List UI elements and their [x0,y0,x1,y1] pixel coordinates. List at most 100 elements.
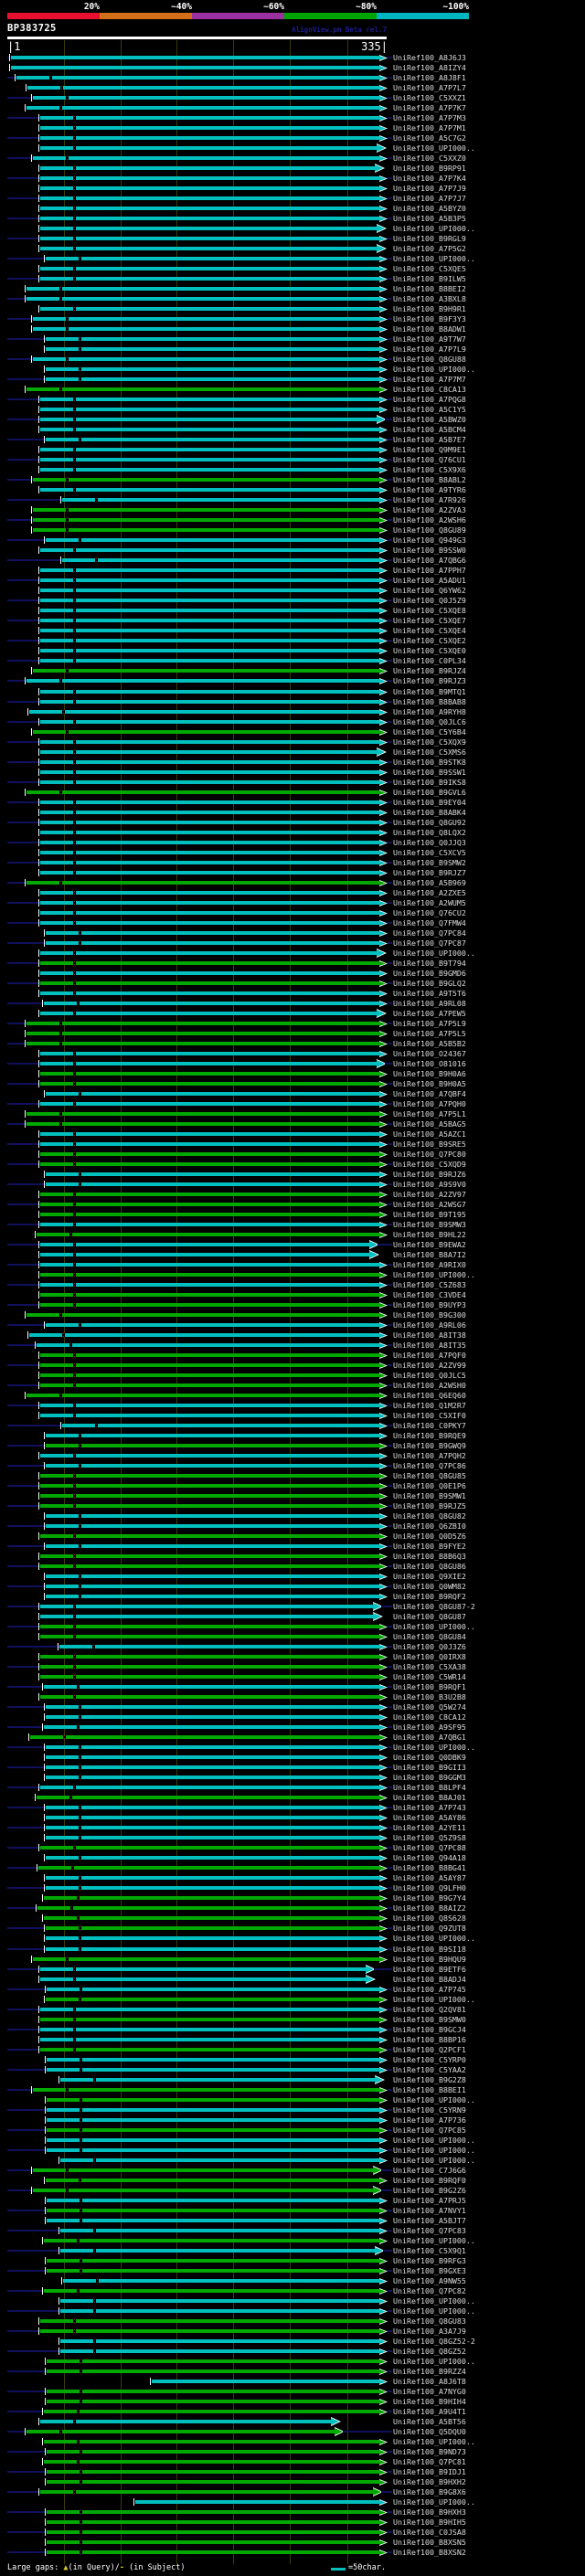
alignment-bar[interactable] [60,2249,375,2253]
alignment-row[interactable]: UniRef100_C5YRP0 [0,2056,585,2068]
alignment-row[interactable]: UniRef100_A7P7J7 [0,195,585,207]
alignment-row[interactable]: UniRef100_B9FYE2 [0,1542,585,1554]
alignment-row[interactable]: UniRef100_UPI000.. [0,143,585,156]
alignment-bar[interactable] [40,921,379,925]
alignment-row[interactable]: UniRef100_B9T794 [0,959,585,971]
alignment-label[interactable]: UniRef100_Q2PCF1 [393,2046,466,2054]
alignment-bar[interactable] [46,1172,379,1176]
alignment-bar[interactable] [40,891,379,895]
alignment-label[interactable]: UniRef100_C7J6G6 [393,2167,466,2175]
alignment-bar[interactable] [40,146,377,150]
alignment-bar[interactable] [40,186,379,190]
alignment-label[interactable]: UniRef100_A9TYR6 [393,486,466,494]
alignment-row[interactable]: UniRef100_C5XXZ1 [0,94,585,106]
alignment-bar[interactable] [40,2018,379,2021]
alignment-row[interactable]: UniRef100_A8J6J3 [0,54,585,66]
alignment-label[interactable]: UniRef100_UPI000.. [393,2136,475,2145]
alignment-row[interactable]: UniRef100_UPI000.. [0,1935,585,1946]
alignment-bar[interactable] [40,307,379,311]
alignment-label[interactable]: UniRef100_Q0J3Z6 [393,1643,466,1651]
alignment-row[interactable]: UniRef100_C0PL34 [0,657,585,669]
alignment-bar[interactable] [46,1826,379,1829]
alignment-row[interactable]: UniRef100_A5BYZ0 [0,205,585,217]
alignment-label[interactable]: UniRef100_A9T5T6 [393,990,466,998]
alignment-row[interactable]: UniRef100_B8BG41 [0,1864,585,1876]
alignment-label[interactable]: UniRef100_B9ND73 [393,2448,466,2456]
alignment-bar[interactable] [40,1675,379,1679]
alignment-label[interactable]: UniRef100_A5B3P5 [393,215,466,223]
alignment-label[interactable]: UniRef100_Q1M2R7 [393,1402,466,1410]
alignment-row[interactable]: UniRef100_A5AZC1 [0,1130,585,1142]
alignment-bar[interactable] [46,1092,379,1096]
alignment-label[interactable]: UniRef100_A7NYG0 [393,2388,466,2396]
alignment-row[interactable]: UniRef100_Q7PC80 [0,1150,585,1162]
alignment-row[interactable]: UniRef100_Q8GU87 [0,1612,585,1625]
alignment-row[interactable]: UniRef100_B9IKS8 [0,779,585,790]
alignment-row[interactable]: UniRef100_A7NYG0 [0,2388,585,2400]
alignment-bar[interactable] [135,2500,379,2504]
alignment-row[interactable]: UniRef100_Q0D5Z6 [0,1532,585,1544]
alignment-row[interactable]: UniRef100_Q7PC84 [0,929,585,941]
alignment-bar[interactable] [40,1052,379,1055]
alignment-bar[interactable] [40,851,379,854]
alignment-label[interactable]: UniRef100_A7NVY1 [393,2207,466,2215]
alignment-label[interactable]: UniRef100_UPI000.. [393,2157,475,2165]
alignment-bar[interactable] [33,357,379,361]
alignment-label[interactable]: UniRef100_Q0IRX8 [393,1653,466,1661]
alignment-label[interactable]: UniRef100_A9T7W7 [393,335,466,344]
alignment-label[interactable]: UniRef100_Q7PC88 [393,1844,466,1852]
alignment-bar[interactable] [40,176,379,180]
alignment-bar[interactable] [40,659,379,663]
alignment-bar[interactable] [40,951,377,955]
alignment-row[interactable]: UniRef100_A7P736 [0,2116,585,2128]
alignment-label[interactable]: UniRef100_UPI000.. [393,2358,475,2366]
alignment-label[interactable]: UniRef100_UPI000.. [393,225,475,233]
alignment-bar[interactable] [33,2189,373,2192]
alignment-row[interactable]: UniRef100_Q9XIE2 [0,1573,585,1585]
alignment-row[interactable]: UniRef100_B9MTQ1 [0,688,585,700]
alignment-label[interactable]: UniRef100_A9U4T1 [393,2408,466,2416]
alignment-label[interactable]: UniRef100_UPI000.. [393,2438,475,2446]
alignment-bar[interactable] [40,770,379,774]
alignment-label[interactable]: UniRef100_B9IKS8 [393,779,466,787]
alignment-label[interactable]: UniRef100_Q9LFH0 [393,1884,466,1892]
alignment-row[interactable]: UniRef100_B9GXE3 [0,2267,585,2279]
alignment-row[interactable]: UniRef100_A9RL06 [0,1321,585,1333]
alignment-label[interactable]: UniRef100_C5XQE2 [393,637,466,645]
alignment-label[interactable]: UniRef100_C5XQE4 [393,627,466,635]
alignment-row[interactable]: UniRef100_Q0IRX8 [0,1653,585,1665]
alignment-row[interactable]: UniRef100_B8A7I2 [0,1250,585,1263]
alignment-row[interactable]: UniRef100_A2ZXE5 [0,889,585,901]
alignment-row[interactable]: UniRef100_B9HXH2 [0,2478,585,2490]
alignment-row[interactable]: UniRef100_Q5W274 [0,1703,585,1715]
alignment-bar[interactable] [47,2400,379,2403]
alignment-row[interactable]: UniRef100_C3VDE4 [0,1291,585,1303]
alignment-bar[interactable] [40,981,379,985]
alignment-label[interactable]: UniRef100_C0JSA8 [393,2528,466,2537]
alignment-label[interactable]: UniRef100_A8IZY4 [393,64,466,72]
alignment-label[interactable]: UniRef100_Q949G3 [393,536,466,545]
alignment-bar[interactable] [40,2028,379,2031]
alignment-bar[interactable] [60,2339,379,2343]
alignment-bar[interactable] [27,1394,379,1397]
alignment-label[interactable]: UniRef100_C0PKY7 [393,1422,466,1430]
alignment-row[interactable]: UniRef100_B9GCJ4 [0,2026,585,2038]
alignment-bar[interactable] [27,106,379,110]
alignment-label[interactable]: UniRef100_Q8GZ52-2 [393,2337,475,2346]
alignment-bar[interactable] [40,166,375,170]
alignment-bar[interactable] [40,468,379,472]
alignment-bar[interactable] [46,1936,379,1940]
alignment-label[interactable]: UniRef100_B9GGM3 [393,1774,466,1782]
alignment-row[interactable]: UniRef100_A2WSG7 [0,1201,585,1213]
alignment-row[interactable]: UniRef100_B8XSN2 [0,2549,585,2560]
alignment-label[interactable]: UniRef100_UPI000.. [393,1996,475,2004]
alignment-label[interactable]: UniRef100_B9HXH3 [393,2508,466,2517]
alignment-bar[interactable] [40,1373,379,1377]
alignment-label[interactable]: UniRef100_A7P7M3 [393,114,466,122]
alignment-label[interactable]: UniRef100_B9HL22 [393,1231,466,1239]
alignment-bar[interactable] [40,1554,379,1558]
alignment-label[interactable]: UniRef100_C3VDE4 [393,1291,466,1299]
alignment-label[interactable]: UniRef100_Q8GU89 [393,526,466,535]
alignment-row[interactable]: UniRef100_A9NW55 [0,2277,585,2289]
alignment-bar[interactable] [40,217,379,220]
